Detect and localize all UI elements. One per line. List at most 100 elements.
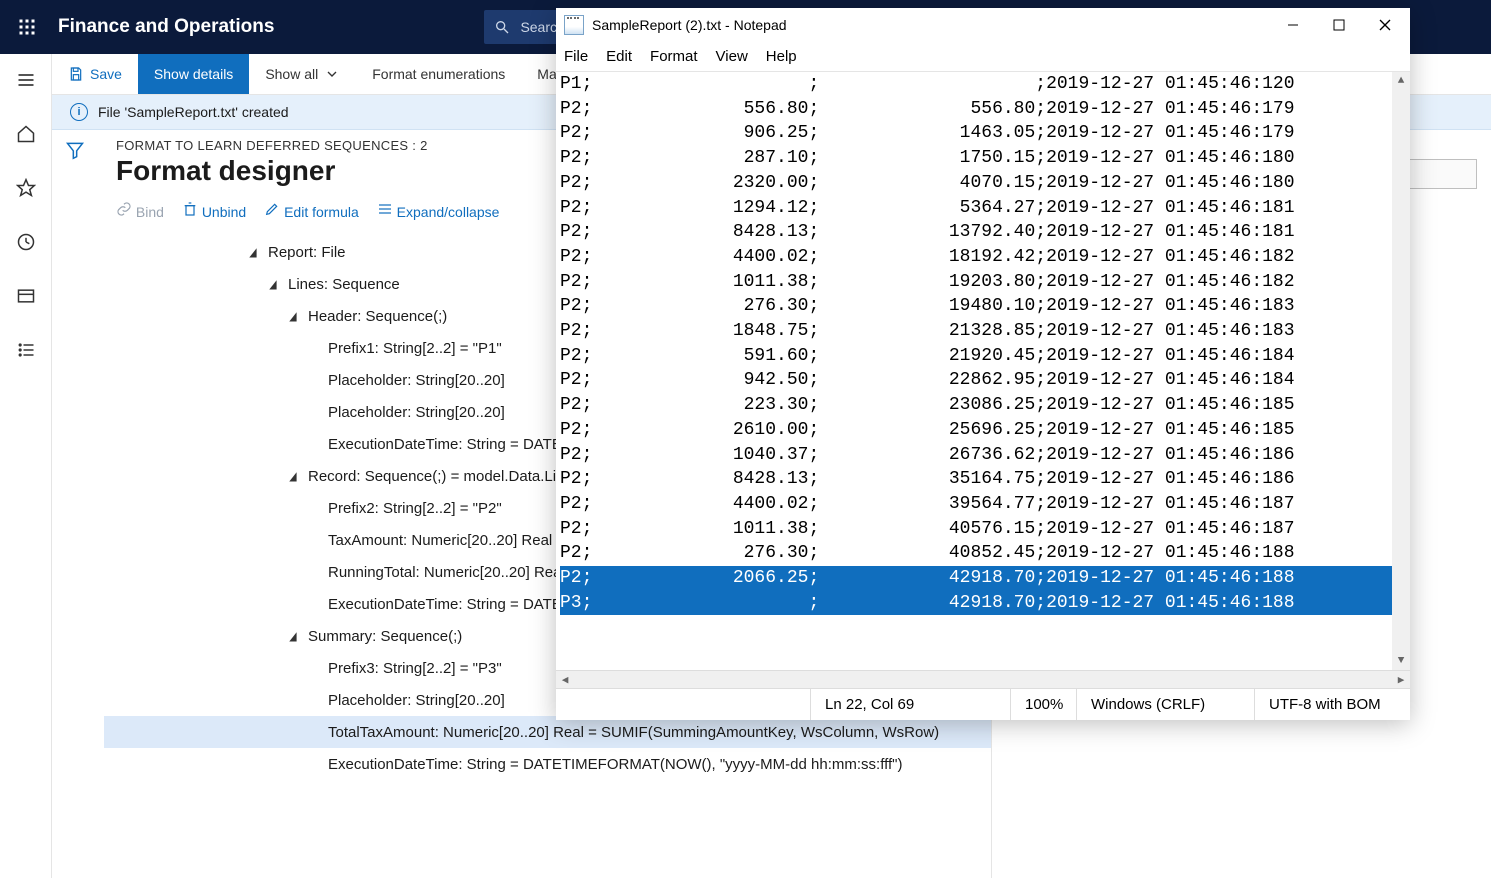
scroll-down-icon[interactable]: ▼ xyxy=(1392,652,1410,670)
list-icon[interactable] xyxy=(12,336,40,364)
tree-node-label: Summary: Sequence(;) xyxy=(302,628,462,645)
tree-node-label: Placeholder: String[20..20] xyxy=(322,692,505,709)
show-details-button[interactable]: Show details xyxy=(138,54,249,94)
notepad-menu-item[interactable]: View xyxy=(716,48,748,65)
notepad-line: P2; 2610.00; 25696.25;2019-12-27 01:45:4… xyxy=(560,418,1410,443)
format-enum-label: Format enumerations xyxy=(372,66,505,82)
star-icon[interactable] xyxy=(12,174,40,202)
status-eol: Windows (CRLF) xyxy=(1076,689,1254,720)
caret-icon[interactable]: ◢ xyxy=(286,469,300,483)
notepad-line: P2; 223.30; 23086.25;2019-12-27 01:45:46… xyxy=(560,393,1410,418)
minimize-button[interactable] xyxy=(1270,10,1316,40)
tree-node-label: Placeholder: String[20..20] xyxy=(322,372,505,389)
notepad-menu-item[interactable]: File xyxy=(564,48,588,65)
tree-node-label: ExecutionDateTime: String = DATETIMEFORM… xyxy=(322,756,902,773)
expand-label: Expand/collapse xyxy=(397,204,500,220)
map-label: Ma xyxy=(537,66,556,82)
status-zoom: 100% xyxy=(1010,689,1076,720)
notepad-menu[interactable]: File Edit Format View Help xyxy=(556,42,1410,72)
notepad-line: P2; 2066.25; 42918.70;2019-12-27 01:45:4… xyxy=(560,566,1410,591)
notepad-menu-item[interactable]: Help xyxy=(766,48,797,65)
edit-formula-label: Edit formula xyxy=(284,204,359,220)
tree-node-label: Report: File xyxy=(262,244,346,261)
show-all-label: Show all xyxy=(265,66,318,82)
status-position: Ln 22, Col 69 xyxy=(810,689,1010,720)
notepad-line: P2; 276.30; 40852.45;2019-12-27 01:45:46… xyxy=(560,541,1410,566)
tree-node-label: Placeholder: String[20..20] xyxy=(322,404,505,421)
notepad-line: P2; 1040.37; 26736.62;2019-12-27 01:45:4… xyxy=(560,443,1410,468)
maximize-button[interactable] xyxy=(1316,10,1362,40)
caret-icon[interactable]: ◢ xyxy=(286,309,300,323)
notepad-line: P2; 591.60; 21920.45;2019-12-27 01:45:46… xyxy=(560,344,1410,369)
scroll-up-icon[interactable]: ▲ xyxy=(1392,72,1410,90)
tree-node-label: Prefix1: String[2..2] = "P1" xyxy=(322,340,502,357)
notepad-icon xyxy=(564,15,584,35)
hamburger-icon[interactable] xyxy=(12,66,40,94)
scroll-right-icon[interactable]: ▶ xyxy=(1392,671,1410,689)
notepad-text-area[interactable]: ▲ ▼ P1; ; ;2019-12-27 01:45:46:120P2; 55… xyxy=(556,72,1410,670)
waffle-icon[interactable] xyxy=(0,0,54,54)
unbind-label: Unbind xyxy=(202,204,246,220)
caret-icon[interactable]: ◢ xyxy=(246,245,260,259)
vertical-scrollbar[interactable]: ▲ ▼ xyxy=(1392,72,1410,670)
tree-node-label: TotalTaxAmount: Numeric[20..20] Real = S… xyxy=(322,724,939,741)
format-enum-button[interactable]: Format enumerations xyxy=(356,54,521,94)
tree-node-label: Lines: Sequence xyxy=(282,276,400,293)
status-encoding: UTF-8 with BOM xyxy=(1254,689,1410,720)
trash-icon xyxy=(182,201,198,217)
app-title: Finance and Operations xyxy=(54,16,274,38)
notepad-window[interactable]: SampleReport (2).txt - Notepad FileEditF… xyxy=(556,8,1410,720)
filter-icon[interactable] xyxy=(65,140,85,160)
expand-icon xyxy=(377,201,393,217)
edit-formula-button[interactable]: Edit formula xyxy=(264,201,359,220)
workspace-icon[interactable] xyxy=(12,282,40,310)
notepad-menu-item[interactable]: Format xyxy=(650,48,698,65)
chevron-down-icon xyxy=(324,66,340,82)
scroll-left-icon[interactable]: ◀ xyxy=(556,671,574,689)
notepad-line: P2; 1011.38; 40576.15;2019-12-27 01:45:4… xyxy=(560,517,1410,542)
tree-node-label: Header: Sequence(;) xyxy=(302,308,447,325)
search-icon xyxy=(494,19,510,35)
tree-node-label: Prefix3: String[2..2] = "P3" xyxy=(322,660,502,677)
horizontal-scrollbar[interactable]: ◀ ▶ xyxy=(556,670,1410,688)
tree-node[interactable]: TotalTaxAmount: Numeric[20..20] Real = S… xyxy=(104,716,991,748)
notepad-line: P2; 287.10; 1750.15;2019-12-27 01:45:46:… xyxy=(560,146,1410,171)
caret-icon[interactable]: ◢ xyxy=(266,277,280,291)
info-message: File 'SampleReport.txt' created xyxy=(98,104,289,120)
notepad-line: P1; ; ;2019-12-27 01:45:46:120 xyxy=(560,72,1410,97)
notepad-line: P2; 4400.02; 39564.77;2019-12-27 01:45:4… xyxy=(560,492,1410,517)
save-label: Save xyxy=(90,66,122,82)
notepad-title: SampleReport (2).txt - Notepad xyxy=(592,17,787,33)
notepad-line: P2; 1848.75; 21328.85;2019-12-27 01:45:4… xyxy=(560,319,1410,344)
notepad-line: P2; 276.30; 19480.10;2019-12-27 01:45:46… xyxy=(560,294,1410,319)
tree-node-label: Prefix2: String[2..2] = "P2" xyxy=(322,500,502,517)
pencil-icon xyxy=(264,201,280,217)
expand-collapse-button[interactable]: Expand/collapse xyxy=(377,201,500,220)
notepad-menu-item[interactable]: Edit xyxy=(606,48,632,65)
save-button[interactable]: Save xyxy=(52,54,138,94)
show-details-label: Show details xyxy=(154,66,233,82)
notepad-line: P2; 1294.12; 5364.27;2019-12-27 01:45:46… xyxy=(560,196,1410,221)
notepad-line: P2; 906.25; 1463.05;2019-12-27 01:45:46:… xyxy=(560,121,1410,146)
caret-icon[interactable]: ◢ xyxy=(286,629,300,643)
notepad-line: P2; 8428.13; 13792.40;2019-12-27 01:45:4… xyxy=(560,220,1410,245)
save-icon xyxy=(68,66,84,82)
link-icon xyxy=(116,201,132,217)
bind-label: Bind xyxy=(136,204,164,220)
tree-node-label: Record: Sequence(;) = model.Data.List xyxy=(302,468,568,485)
close-button[interactable] xyxy=(1362,10,1408,40)
notepad-line: P2; 8428.13; 35164.75;2019-12-27 01:45:4… xyxy=(560,467,1410,492)
info-icon: i xyxy=(70,103,88,121)
home-icon[interactable] xyxy=(12,120,40,148)
notepad-line: P2; 4400.02; 18192.42;2019-12-27 01:45:4… xyxy=(560,245,1410,270)
bind-button[interactable]: Bind xyxy=(116,201,164,220)
show-all-button[interactable]: Show all xyxy=(249,54,356,94)
notepad-line: P2; 1011.38; 19203.80;2019-12-27 01:45:4… xyxy=(560,270,1410,295)
notepad-line: P2; 2320.00; 4070.15;2019-12-27 01:45:46… xyxy=(560,171,1410,196)
notepad-line: P2; 556.80; 556.80;2019-12-27 01:45:46:1… xyxy=(560,97,1410,122)
clock-icon[interactable] xyxy=(12,228,40,256)
unbind-button[interactable]: Unbind xyxy=(182,201,246,220)
notepad-line: P3; ; 42918.70;2019-12-27 01:45:46:188 xyxy=(560,591,1410,616)
notepad-line: P2; 942.50; 22862.95;2019-12-27 01:45:46… xyxy=(560,368,1410,393)
tree-node[interactable]: ExecutionDateTime: String = DATETIMEFORM… xyxy=(104,748,991,780)
